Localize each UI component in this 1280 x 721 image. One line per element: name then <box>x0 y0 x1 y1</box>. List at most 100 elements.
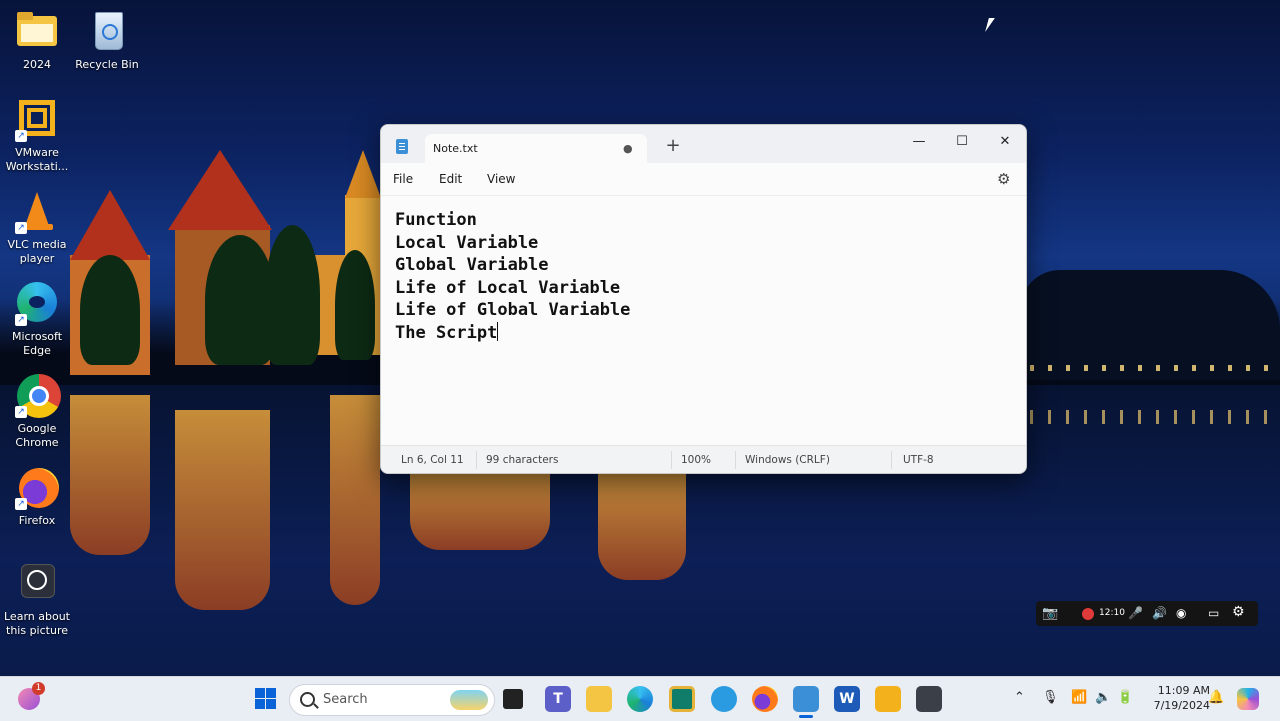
new-tab-button[interactable]: + <box>663 135 683 156</box>
settings-gear-icon[interactable]: ⚙ <box>1232 604 1245 620</box>
encoding[interactable]: UTF-8 <box>903 454 934 466</box>
title-bar[interactable]: Note.txt ● + — ☐ ✕ <box>381 125 1026 163</box>
wifi-icon[interactable]: 📶 <box>1071 690 1087 705</box>
edge-icon[interactable] <box>627 686 653 712</box>
treeline <box>1020 270 1280 380</box>
search-icon <box>300 692 315 707</box>
desktop-icon-label: Learn about this picture <box>4 610 70 637</box>
clock[interactable]: 11:09 AM 7/19/2024 <box>1140 683 1210 713</box>
menu-edit[interactable]: Edit <box>439 172 462 186</box>
desktop-icon-label: Firefox <box>18 514 56 527</box>
notepad-icon[interactable] <box>793 686 819 712</box>
start-windows-icon[interactable] <box>253 686 279 712</box>
divider <box>476 451 477 469</box>
character-count: 99 characters <box>486 454 559 466</box>
castle-reflection <box>410 470 550 550</box>
search-highlight-icon <box>450 690 488 710</box>
desktop-icon-label: VLC media player <box>7 238 67 265</box>
menu-file[interactable]: File <box>393 172 413 186</box>
taskbar-search[interactable]: Search <box>289 684 495 716</box>
castle-reflection <box>598 470 686 580</box>
copilot-icon[interactable] <box>1237 688 1259 710</box>
chrome-icon: ↗ <box>15 374 61 418</box>
vlc-icon: ↗ <box>15 190 59 234</box>
clock-date: 7/19/2024 <box>1153 699 1210 712</box>
window-capture-icon[interactable]: ▭ <box>1208 606 1219 620</box>
file-explorer-icon[interactable] <box>586 686 612 712</box>
shortcut-arrow-icon: ↗ <box>15 222 27 234</box>
status-bar: Ln 6, Col 11 99 characters 100% Windows … <box>381 445 1026 473</box>
record-icon[interactable] <box>1082 608 1094 620</box>
edge-icon: ↗ <box>15 282 59 326</box>
maximize-button[interactable]: ☐ <box>944 129 980 155</box>
volume-icon[interactable]: 🔈 <box>1095 690 1111 705</box>
firefox-icon[interactable] <box>752 686 778 712</box>
recycle-bin-icon <box>85 10 129 54</box>
editor-line: Life of Global Variable <box>395 300 631 321</box>
divider <box>735 451 736 469</box>
lights-reflection <box>1030 410 1280 424</box>
tree <box>265 225 320 365</box>
divider <box>891 451 892 469</box>
recording-time: 12:10 <box>1099 608 1125 618</box>
word-icon[interactable]: W <box>834 686 860 712</box>
minimize-button[interactable]: — <box>901 129 937 155</box>
castle-reflection <box>330 395 380 605</box>
search-placeholder: Search <box>323 692 368 707</box>
desktop-icon-vlc[interactable]: ↗ VLC media player <box>2 190 72 266</box>
castle-reflection <box>175 410 270 610</box>
editor-line: Local Variable <box>395 232 539 253</box>
camera-app-icon[interactable] <box>916 686 942 712</box>
speaker-icon[interactable]: 🔊 <box>1152 606 1167 620</box>
cursor-position: Ln 6, Col 11 <box>401 454 464 466</box>
web-app-icon[interactable] <box>711 686 737 712</box>
desktop-icon-label: 2024 <box>23 58 51 71</box>
screenshot-icon[interactable]: 📷 <box>1042 606 1058 621</box>
desktop-icon-chrome[interactable]: ↗ Google Chrome <box>2 374 72 450</box>
editor-line: Function <box>395 210 477 230</box>
tree <box>335 250 375 360</box>
settings-gear-icon[interactable]: ⚙ <box>997 170 1010 188</box>
teams-icon[interactable]: T <box>545 686 571 712</box>
folder-icon <box>15 10 59 54</box>
line-ending[interactable]: Windows (CRLF) <box>745 454 830 466</box>
notification-bell-icon[interactable]: 🔔 <box>1208 690 1224 705</box>
desktop-icon-learn-about-picture[interactable]: Learn about this picture <box>2 562 72 638</box>
notepad-window[interactable]: Note.txt ● + — ☐ ✕ File Edit View ⚙ Func… <box>380 124 1027 474</box>
vmware-icon[interactable] <box>875 686 901 712</box>
clock-time: 11:09 AM <box>1157 684 1210 697</box>
desktop-icon-firefox[interactable]: ↗ Firefox <box>2 466 72 528</box>
webcam-icon[interactable]: ◉ <box>1176 606 1186 620</box>
task-view-icon[interactable] <box>503 689 523 709</box>
microphone-icon[interactable]: 🎙 <box>1042 690 1059 705</box>
editor-line: Global Variable <box>395 255 549 276</box>
editor-line-text: The Script <box>395 322 498 343</box>
unsaved-dot-icon[interactable]: ● <box>623 142 633 155</box>
text-caret <box>497 321 499 341</box>
desktop-icon-label: VMware Workstati... <box>5 146 69 173</box>
tree <box>80 255 140 365</box>
battery-icon[interactable]: 🔋 <box>1117 690 1133 705</box>
terminal-app-icon[interactable] <box>669 686 695 712</box>
text-editor[interactable]: Function Local Variable Global Variable … <box>395 209 1005 439</box>
taskbar: Search T W ⌃ 🎙 📶 🔈 🔋 11:09 AM 7/19/2024 … <box>0 676 1280 721</box>
tab-title: Note.txt <box>433 142 478 155</box>
chevron-up-icon[interactable]: ⌃ <box>1014 690 1025 705</box>
desktop-icon-vmware[interactable]: ↗ VMware Workstati... <box>2 98 72 174</box>
menu-view[interactable]: View <box>487 172 515 186</box>
editor-line: Life of Local Variable <box>395 277 621 298</box>
desktop-icon-edge[interactable]: ↗ Microsoft Edge <box>2 282 72 358</box>
desktop-icon-label: Microsoft Edge <box>11 330 63 357</box>
desktop-icon-recycle-bin[interactable]: Recycle Bin <box>72 10 142 72</box>
shortcut-arrow-icon: ↗ <box>15 314 27 326</box>
editor-line-last: The Script <box>395 321 1005 345</box>
desktop-icon-label: Google Chrome <box>15 422 59 449</box>
camera-icon <box>15 562 59 606</box>
desktop-icon-2024[interactable]: 2024 <box>2 10 72 72</box>
zoom-level[interactable]: 100% <box>681 454 711 466</box>
tab-note-txt[interactable]: Note.txt ● <box>425 134 647 163</box>
bridge-lights <box>1030 365 1280 371</box>
firefox-icon: ↗ <box>15 466 59 510</box>
microphone-icon[interactable]: 🎤 <box>1128 606 1143 620</box>
close-button[interactable]: ✕ <box>987 129 1023 155</box>
